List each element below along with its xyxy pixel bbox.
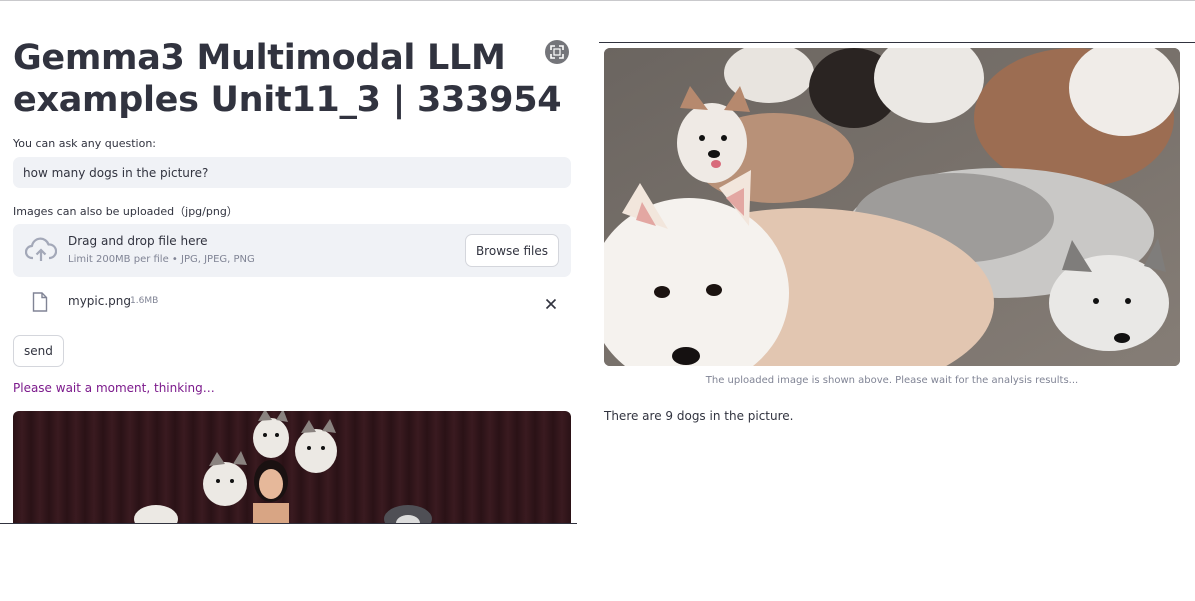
status-message: Please wait a moment, thinking… <box>13 381 215 395</box>
send-button[interactable]: send <box>13 335 64 367</box>
image-caption: The uploaded image is shown above. Pleas… <box>705 375 1079 386</box>
file-size: 1.6MB <box>130 296 159 306</box>
cloud-upload-icon <box>24 237 58 267</box>
dropzone-limits: Limit 200MB per file • JPG, JPEG, PNG <box>68 254 255 265</box>
dropzone-title: Drag and drop file here <box>68 234 208 248</box>
uploaded-image <box>604 48 1180 366</box>
analysis-result: There are 9 dogs in the picture. <box>604 409 794 423</box>
question-label: You can ask any question: <box>13 137 156 150</box>
right-divider <box>599 42 1195 43</box>
question-input[interactable] <box>13 157 571 188</box>
fullscreen-icon[interactable] <box>545 40 569 64</box>
uploader-label: Images can also be uploaded（jpg/png） <box>13 205 238 218</box>
uploaded-photo-preview <box>13 411 571 523</box>
close-icon[interactable] <box>545 295 557 314</box>
file-name: mypic.png <box>68 294 131 308</box>
page-title: Gemma3 Multimodal LLM examples Unit11_3 … <box>13 38 562 120</box>
file-icon <box>32 292 48 316</box>
uploaded-file-item: mypic.png 1.6MB <box>13 290 571 316</box>
main-panel[interactable]: Gemma3 Multimodal LLM examples Unit11_3 … <box>0 1 577 524</box>
browse-files-button[interactable]: Browse files <box>464 234 559 267</box>
file-dropzone[interactable]: Drag and drop file here Limit 200MB per … <box>13 224 571 277</box>
